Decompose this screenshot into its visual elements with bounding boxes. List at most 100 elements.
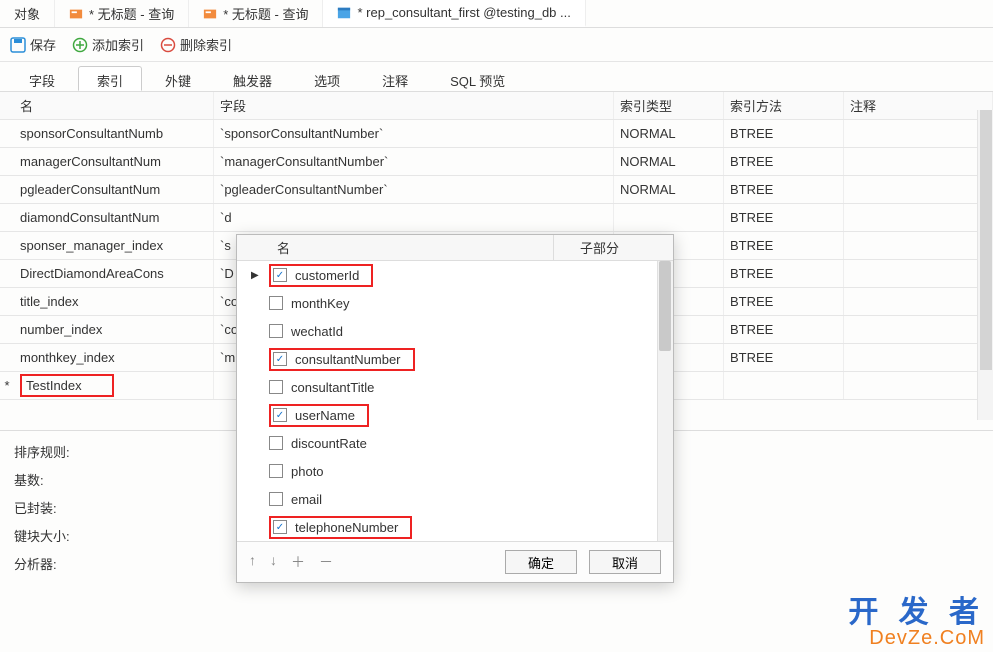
table-icon	[337, 6, 351, 20]
cancel-button[interactable]: 取消	[589, 550, 661, 574]
field-option[interactable]: email	[237, 485, 673, 513]
field-label: monthKey	[291, 296, 350, 311]
cell-note[interactable]	[844, 176, 993, 203]
tab-fk[interactable]: 外键	[146, 66, 210, 91]
tab-triggers[interactable]: 触发器	[214, 66, 291, 91]
cell-field[interactable]: `sponsorConsultantNumber`	[214, 120, 614, 147]
checkbox[interactable]	[269, 380, 283, 394]
tab-untitled-1[interactable]: * 无标题 - 查询	[55, 0, 189, 27]
cell-note[interactable]	[844, 120, 993, 147]
hdr-name[interactable]: 名	[14, 92, 214, 119]
add-index-button[interactable]: 添加索引	[72, 35, 144, 54]
field-option[interactable]: photo	[237, 457, 673, 485]
cell-note[interactable]	[844, 288, 993, 315]
cell-method[interactable]: BTREE	[724, 316, 844, 343]
field-option[interactable]: ✓userName	[237, 401, 673, 429]
field-label: consultantNumber	[295, 352, 401, 367]
cell-name[interactable]: DirectDiamondAreaCons	[14, 260, 214, 287]
tab-untitled-2[interactable]: * 无标题 - 查询	[189, 0, 323, 27]
cell-type[interactable]: NORMAL	[614, 120, 724, 147]
cell-note[interactable]	[844, 344, 993, 371]
save-button[interactable]: 保存	[10, 35, 56, 54]
cell-name[interactable]: TestIndex	[14, 372, 214, 399]
cell-name[interactable]: monthkey_index	[14, 344, 214, 371]
add-field-button[interactable]: ＋	[291, 552, 305, 572]
cell-name[interactable]: sponsorConsultantNumb	[14, 120, 214, 147]
checkbox[interactable]	[269, 296, 283, 310]
field-option[interactable]: ✓ consultantNumber	[237, 345, 673, 373]
tab-objects-label: 对象	[14, 4, 40, 23]
grid-header: 名 字段 索引类型 索引方法 注释	[0, 92, 993, 120]
cell-name[interactable]: diamondConsultantNum	[14, 204, 214, 231]
checkbox[interactable]: ✓	[273, 408, 287, 422]
checkbox[interactable]	[269, 324, 283, 338]
cell-type[interactable]	[614, 204, 724, 231]
checkbox[interactable]: ✓	[273, 352, 287, 366]
field-option[interactable]: monthKey	[237, 289, 673, 317]
checkbox[interactable]: ✓	[273, 268, 287, 282]
cell-note[interactable]	[844, 232, 993, 259]
cell-method[interactable]: BTREE	[724, 232, 844, 259]
checkbox[interactable]	[269, 464, 283, 478]
cell-method[interactable]: BTREE	[724, 260, 844, 287]
tab-fields[interactable]: 字段	[10, 66, 74, 91]
cell-note[interactable]	[844, 372, 993, 399]
field-option[interactable]: wechatId	[237, 317, 673, 345]
hdr-method[interactable]: 索引方法	[724, 92, 844, 119]
cell-note[interactable]	[844, 316, 993, 343]
cell-note[interactable]	[844, 260, 993, 287]
cell-name[interactable]: pgleaderConsultantNum	[14, 176, 214, 203]
checkbox[interactable]: ✓	[273, 520, 287, 534]
remove-field-button[interactable]: －	[319, 552, 333, 572]
move-down-button[interactable]: ↓	[270, 552, 277, 572]
table-row[interactable]: managerConsultantNum`managerConsultantNu…	[0, 148, 993, 176]
cell-name[interactable]: sponser_manager_index	[14, 232, 214, 259]
cell-field[interactable]: `d	[214, 204, 614, 231]
field-option[interactable]: ✓telephoneNumber	[237, 513, 673, 541]
tab-options[interactable]: 选项	[295, 66, 359, 91]
field-option[interactable]: ▶✓customerId	[237, 261, 673, 289]
delete-index-button[interactable]: 删除索引	[160, 35, 232, 54]
field-label: customerId	[295, 268, 359, 283]
field-option[interactable]: discountRate	[237, 429, 673, 457]
tab-sql[interactable]: SQL 预览	[431, 66, 524, 91]
table-row[interactable]: diamondConsultantNum`d BTREE	[0, 204, 993, 232]
cell-note[interactable]	[844, 204, 993, 231]
cell-method[interactable]: BTREE	[724, 120, 844, 147]
cell-type[interactable]: NORMAL	[614, 176, 724, 203]
cell-method[interactable]: BTREE	[724, 148, 844, 175]
tab-active-label: * rep_consultant_first @testing_db ...	[357, 5, 570, 20]
tab-objects[interactable]: 对象	[0, 0, 55, 27]
cell-method[interactable]: BTREE	[724, 204, 844, 231]
table-row[interactable]: pgleaderConsultantNum`pgleaderConsultant…	[0, 176, 993, 204]
cell-method[interactable]: BTREE	[724, 176, 844, 203]
popup-scrollbar[interactable]	[657, 261, 673, 541]
popup-hdr-sub: 子部分	[553, 235, 673, 260]
table-row[interactable]: sponsorConsultantNumb`sponsorConsultantN…	[0, 120, 993, 148]
toolbar: 保存 添加索引 删除索引	[0, 28, 993, 62]
cell-name[interactable]: number_index	[14, 316, 214, 343]
popup-hdr-name: 名	[237, 238, 553, 257]
hdr-note[interactable]: 注释	[844, 92, 993, 119]
hdr-type[interactable]: 索引类型	[614, 92, 724, 119]
cell-name[interactable]: managerConsultantNum	[14, 148, 214, 175]
cell-field[interactable]: `pgleaderConsultantNumber`	[214, 176, 614, 203]
tab-active[interactable]: * rep_consultant_first @testing_db ...	[323, 0, 585, 27]
tab-indexes[interactable]: 索引	[78, 66, 142, 91]
cell-note[interactable]	[844, 148, 993, 175]
cell-type[interactable]: NORMAL	[614, 148, 724, 175]
grid-scrollbar[interactable]	[977, 110, 993, 420]
cell-field[interactable]: `managerConsultantNumber`	[214, 148, 614, 175]
tab-comments-label: 注释	[382, 74, 408, 89]
hdr-field[interactable]: 字段	[214, 92, 614, 119]
checkbox[interactable]	[269, 436, 283, 450]
cell-method[interactable]	[724, 372, 844, 399]
cell-method[interactable]: BTREE	[724, 288, 844, 315]
ok-button[interactable]: 确定	[505, 550, 577, 574]
field-option[interactable]: consultantTitle	[237, 373, 673, 401]
move-up-button[interactable]: ↑	[249, 552, 256, 572]
cell-method[interactable]: BTREE	[724, 344, 844, 371]
checkbox[interactable]	[269, 492, 283, 506]
cell-name[interactable]: title_index	[14, 288, 214, 315]
tab-comments[interactable]: 注释	[363, 66, 427, 91]
